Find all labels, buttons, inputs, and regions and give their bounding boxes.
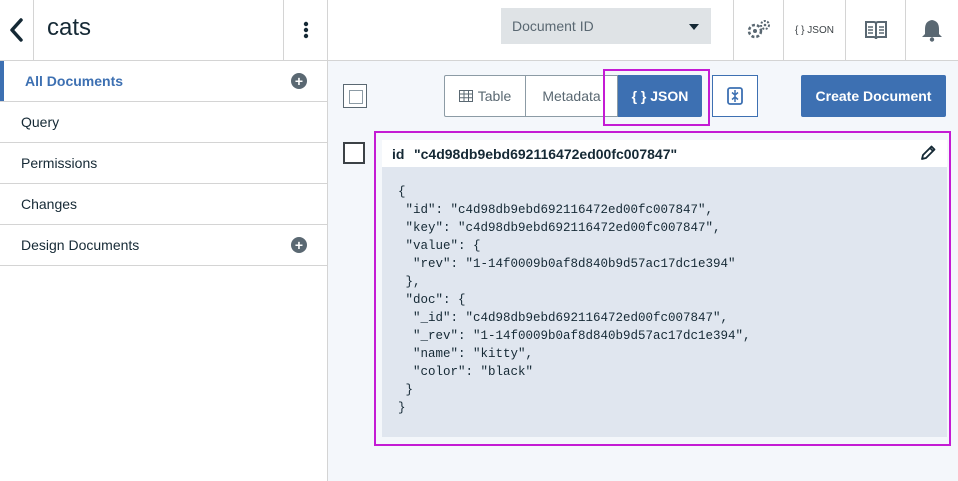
top-bar: Document ID { } JSON — [328, 0, 958, 61]
kebab-icon — [303, 21, 308, 39]
plus-circle-icon[interactable]: + — [291, 73, 307, 89]
sidebar-item-permissions[interactable]: Permissions — [0, 143, 327, 184]
collapse-expand-button[interactable] — [712, 75, 758, 117]
json-button-label: { } JSON — [795, 24, 834, 36]
api-url-button[interactable]: { } JSON — [783, 0, 845, 60]
sidebar-item-query[interactable]: Query — [0, 102, 327, 143]
document-header: id "c4d98db9ebd692116472ed00fc007847" — [382, 140, 947, 167]
index-select[interactable]: Document ID — [501, 8, 711, 44]
bell-icon — [922, 20, 942, 42]
sidebar-item-label: Query — [21, 114, 60, 130]
document-card[interactable]: id "c4d98db9ebd692116472ed00fc007847" { … — [382, 140, 947, 437]
document-id-value: "c4d98db9ebd692116472ed00fc007847" — [414, 145, 678, 162]
notifications-button[interactable] — [905, 0, 958, 60]
book-icon — [864, 21, 887, 40]
database-title: cats — [47, 14, 92, 41]
sidebar-item-label: Changes — [21, 196, 78, 212]
collapse-expand-icon — [727, 87, 743, 105]
sidebar-item-design-documents[interactable]: Design Documents + — [0, 225, 327, 266]
sidebar-item-all-documents[interactable]: All Documents + — [0, 61, 327, 102]
table-view-label: Table — [477, 88, 512, 104]
index-select-value: Document ID — [512, 18, 594, 34]
json-view-highlight — [603, 69, 710, 126]
main-panel: Document ID { } JSON Table Metadata {} … — [328, 0, 958, 481]
database-menu-button[interactable] — [283, 0, 327, 60]
document-id-key: id — [392, 145, 405, 162]
create-document-button[interactable]: Create Document — [801, 75, 946, 117]
document-checkbox[interactable] — [343, 142, 365, 164]
sidebar: cats All Documents + Query Permissions C… — [0, 0, 328, 481]
caret-down-icon — [689, 24, 699, 30]
gears-icon — [747, 20, 770, 39]
sidebar-item-label: All Documents — [25, 73, 124, 89]
plus-circle-icon[interactable]: + — [291, 237, 307, 253]
sidebar-header: cats — [0, 0, 327, 61]
sidebar-item-label: Permissions — [21, 155, 98, 171]
sidebar-item-label: Design Documents — [21, 237, 140, 253]
settings-button[interactable] — [733, 0, 783, 60]
docs-button[interactable] — [845, 0, 905, 60]
table-view-button[interactable]: Table — [444, 75, 526, 117]
back-button[interactable] — [0, 0, 34, 60]
sidebar-item-changes[interactable]: Changes — [0, 184, 327, 225]
pencil-icon[interactable] — [919, 144, 937, 162]
metadata-view-label: Metadata — [542, 88, 601, 104]
document-json-content: { "id": "c4d98db9ebd692116472ed00fc00784… — [398, 185, 751, 415]
select-all-checkbox[interactable] — [343, 84, 367, 108]
table-icon — [458, 90, 473, 102]
chevron-left-icon — [9, 18, 23, 42]
